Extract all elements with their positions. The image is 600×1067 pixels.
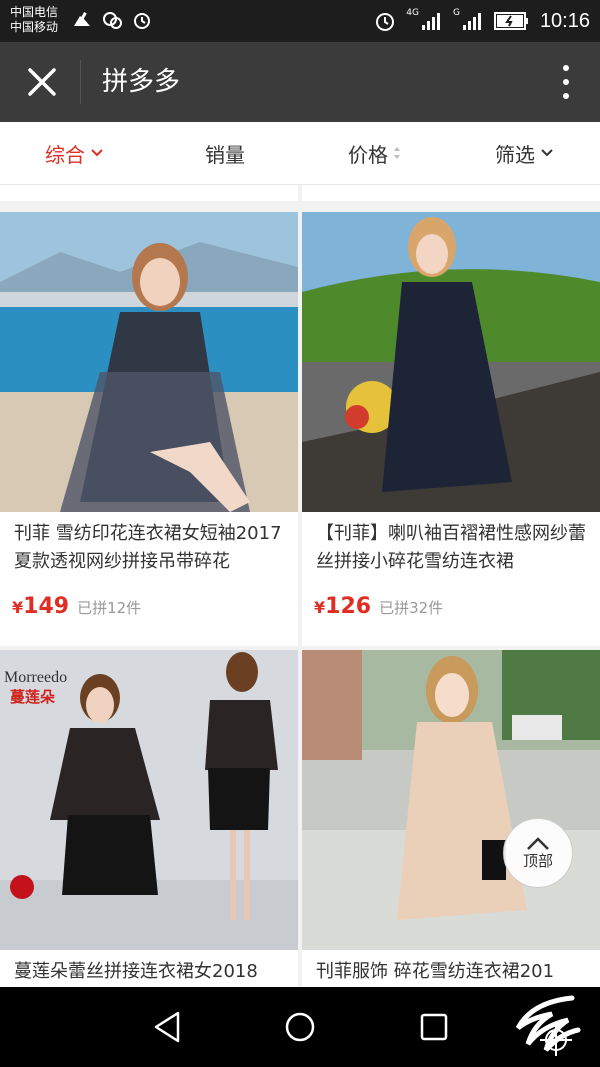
alarm-clock-icon xyxy=(376,13,395,31)
signal-icon-2 xyxy=(462,13,481,30)
app-bar-divider xyxy=(80,60,81,104)
product-card[interactable]: 刊菲服饰 碎花雪纺连衣裙201 xyxy=(302,650,600,987)
recent-apps-icon[interactable] xyxy=(412,1005,456,1049)
alarm-icon xyxy=(134,13,150,29)
more-options-icon[interactable] xyxy=(556,62,576,102)
wechat-icon xyxy=(103,12,122,29)
sold-count: 已拼32件 xyxy=(379,599,444,617)
sort-sales[interactable]: 销量 xyxy=(150,122,300,184)
svg-text:蔓莲朵: 蔓莲朵 xyxy=(10,688,55,706)
product-price: 126 xyxy=(325,594,372,619)
close-icon[interactable] xyxy=(20,60,64,104)
page-title: 拼多多 xyxy=(102,67,181,97)
carrier-1: 中国电信 xyxy=(10,5,59,19)
network-type-1: 4G xyxy=(406,8,419,18)
product-image: Morreedo 蔓莲朵 xyxy=(0,650,298,950)
battery-icon xyxy=(493,12,528,30)
product-image xyxy=(0,212,298,512)
carrier-2: 中国移动 xyxy=(10,20,59,34)
watermark-logo-icon xyxy=(515,995,581,1056)
cleaner-icon xyxy=(74,12,90,26)
status-clock: 10:16 xyxy=(539,9,590,32)
sort-filter-label: 筛选 xyxy=(495,142,535,167)
sold-count: 已拼12件 xyxy=(77,599,142,617)
product-name: 【刊菲】喇叭袖百褶裙性感网纱蕾丝拼接小碎花雪纺连衣裙 xyxy=(316,523,586,572)
product-card[interactable]: 【刊菲】喇叭袖百褶裙性感网纱蕾丝拼接小碎花雪纺连衣裙 ¥ 126 已拼32件 xyxy=(302,212,600,646)
price-row: ¥ 149 已拼12件 xyxy=(12,594,141,619)
svg-text:Morreedo: Morreedo xyxy=(4,669,67,686)
previous-row-bottom xyxy=(0,185,600,211)
product-name: 刊菲 雪纺印花连衣裙女短袖2017夏款透视网纱拼接吊带碎花 xyxy=(14,523,282,572)
carrier-info: 中国电信 中国移动 xyxy=(10,5,58,35)
product-image xyxy=(302,212,600,512)
network-type-2: G xyxy=(452,8,460,18)
signal-icon-1 xyxy=(421,13,440,30)
app-bar: 拼多多 xyxy=(0,42,600,122)
sort-price[interactable]: 价格 xyxy=(300,122,450,184)
sort-comprehensive[interactable]: 综合 xyxy=(0,122,150,184)
currency-symbol: ¥ xyxy=(12,598,24,617)
back-icon[interactable] xyxy=(146,1005,190,1049)
back-to-top-button[interactable]: 顶部 xyxy=(503,818,573,888)
sort-filter[interactable]: 筛选 xyxy=(450,122,600,184)
product-card[interactable]: Morreedo 蔓莲朵 蔓莲朵蕾丝拼接连衣裙女2018 xyxy=(0,650,298,987)
product-image xyxy=(302,650,600,950)
back-to-top-label: 顶部 xyxy=(522,851,553,870)
home-icon[interactable] xyxy=(278,1005,322,1049)
price-row: ¥ 126 已拼32件 xyxy=(314,594,443,619)
chevron-down-icon xyxy=(91,149,103,157)
sort-updown-icon xyxy=(394,147,400,159)
sort-bar: 综合 销量 价格 筛选 xyxy=(0,122,600,185)
sort-price-label: 价格 xyxy=(348,142,388,167)
system-nav-bar xyxy=(0,987,600,1067)
currency-symbol: ¥ xyxy=(314,598,326,617)
status-bar: 中国电信 中国移动 4G G 10:16 xyxy=(0,0,600,42)
product-price: 149 xyxy=(23,594,70,619)
sort-sales-label: 销量 xyxy=(205,142,245,167)
sort-comprehensive-label: 综合 xyxy=(45,142,85,167)
chevron-down-icon xyxy=(541,149,553,157)
product-card[interactable]: 刊菲 雪纺印花连衣裙女短袖2017夏款透视网纱拼接吊带碎花 ¥ 149 已拼12… xyxy=(0,212,298,646)
